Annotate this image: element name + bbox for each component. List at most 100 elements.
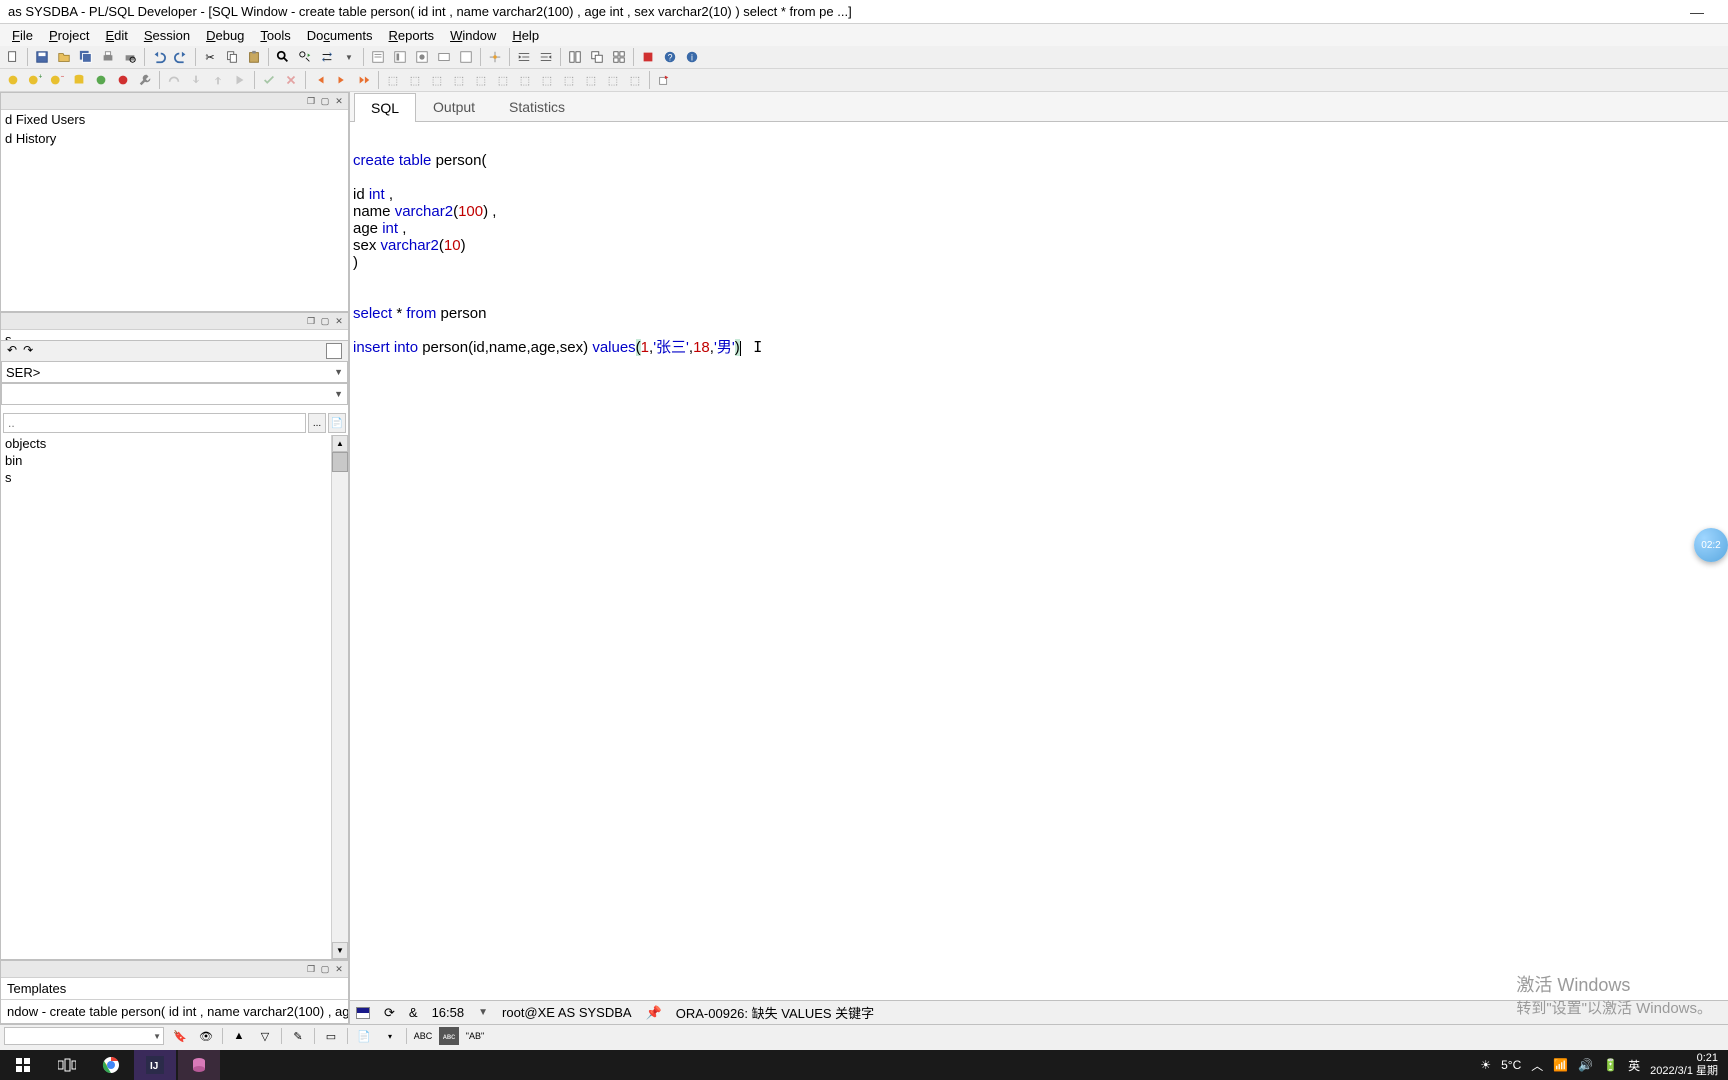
find-combo[interactable]: ▼ [4,1027,164,1045]
battery-icon[interactable]: 🔋 [1603,1058,1618,1072]
scroll-down-icon[interactable]: ▼ [332,942,348,959]
weather-icon[interactable]: ☀ [1480,1058,1491,1072]
nav2-icon[interactable]: ⬚ [405,70,425,90]
tab-output[interactable]: Output [416,92,492,121]
filter-input[interactable] [3,413,306,433]
tool-a-icon[interactable] [368,47,388,67]
nav12-icon[interactable]: ⬚ [625,70,645,90]
window-grid-icon[interactable] [609,47,629,67]
rollback-icon[interactable] [281,70,301,90]
copy-icon[interactable] [222,47,242,67]
nav7-icon[interactable]: ⬚ [515,70,535,90]
dropdown-arrow-icon[interactable]: ▼ [339,47,359,67]
exec-minus-icon[interactable]: − [47,70,67,90]
nav6-icon[interactable]: ⬚ [493,70,513,90]
menu-edit[interactable]: Edit [97,26,135,45]
breakpoint-icon[interactable] [113,70,133,90]
help-icon[interactable]: ? [660,47,680,67]
nav8-icon[interactable]: ⬚ [537,70,557,90]
window-tile-icon[interactable] [565,47,585,67]
tool-d-icon[interactable] [434,47,454,67]
next-error-icon[interactable] [332,70,352,90]
weather-temp[interactable]: 5°C [1501,1058,1521,1072]
info-icon[interactable]: i [682,47,702,67]
chrome-icon[interactable] [90,1050,132,1080]
browser-toggle-button[interactable] [326,343,342,359]
commit-icon[interactable] [259,70,279,90]
menu-project[interactable]: Project [41,26,97,45]
find-quote-icon[interactable]: "AB" [465,1027,485,1045]
pin-icon[interactable]: 📌 [646,1005,662,1021]
menu-window[interactable]: Window [442,26,504,45]
fwd-arrow-icon[interactable]: ↷ [23,343,33,359]
filter-more-button[interactable]: ... [308,413,326,433]
panel4-restore-icon[interactable]: ❐ [304,962,318,976]
scroll-up-icon[interactable]: ▲ [332,435,348,452]
panel4-close-icon[interactable]: ✕ [332,962,346,976]
intellij-icon[interactable]: IJ [134,1050,176,1080]
find-doc-dd-icon[interactable]: ▾ [380,1027,400,1045]
back-arrow-icon[interactable]: ↶ [7,343,17,359]
menu-reports[interactable]: Reports [381,26,443,45]
find-doc-icon[interactable]: 📄 [354,1027,374,1045]
nav5-icon[interactable]: ⬚ [471,70,491,90]
nav11-icon[interactable]: ⬚ [603,70,623,90]
export-icon[interactable] [654,70,674,90]
menu-debug[interactable]: Debug [198,26,252,45]
wifi-icon[interactable]: 📶 [1553,1058,1568,1072]
exec-yellow-icon[interactable] [3,70,23,90]
sql-editor[interactable]: create table person( id int , name varch… [350,122,1728,1000]
step-run-icon[interactable] [230,70,250,90]
tab-sql[interactable]: SQL [354,93,416,122]
panel-close-icon[interactable]: ✕ [332,94,346,108]
schema-combo[interactable]: ▼ [1,383,348,405]
taskview-icon[interactable] [46,1050,88,1080]
browser-objects[interactable]: objects [1,435,331,452]
plsql-taskbar-icon[interactable] [178,1050,220,1080]
stop-icon[interactable] [638,47,658,67]
step-out-icon[interactable] [208,70,228,90]
exec-db-icon[interactable] [69,70,89,90]
tool-b-icon[interactable] [390,47,410,67]
indent-right-icon[interactable] [514,47,534,67]
print-preview-icon[interactable] [120,47,140,67]
ime-indicator[interactable]: 英 [1628,1057,1640,1074]
user-combo[interactable]: SER> ▼ [1,361,348,383]
panel-restore-icon[interactable]: ❐ [304,94,318,108]
panel4-max-icon[interactable]: ▢ [318,962,332,976]
status-dropdown-icon[interactable]: ▼ [478,1007,488,1018]
print-icon[interactable] [98,47,118,67]
find-case-icon[interactable]: ᴀʙᴄ [439,1027,459,1045]
panel2-max-icon[interactable]: ▢ [318,314,332,328]
last-error-icon[interactable] [354,70,374,90]
taskbar-clock[interactable]: 0:21 2022/3/1 星期 [1650,1052,1718,1078]
menu-help[interactable]: Help [504,26,547,45]
nav3-icon[interactable]: ⬚ [427,70,447,90]
prev-error-icon[interactable] [310,70,330,90]
step-into-icon[interactable] [186,70,206,90]
nav4-icon[interactable]: ⬚ [449,70,469,90]
tool-c-icon[interactable] [412,47,432,67]
replace-icon[interactable] [317,47,337,67]
new-icon[interactable] [3,47,23,67]
menu-documents[interactable]: Documents [299,26,381,45]
menu-session[interactable]: Session [136,26,198,45]
templates-title[interactable]: Templates [1,978,348,1000]
status-refresh[interactable]: ⟳ [384,1005,395,1021]
find-bookmark-icon[interactable]: 🔖 [170,1027,190,1045]
menu-file[interactable]: File [4,26,41,45]
volume-icon[interactable]: 🔊 [1578,1058,1593,1072]
paste-icon[interactable] [244,47,264,67]
find-edit-icon[interactable]: ✎ [288,1027,308,1045]
menu-tools[interactable]: Tools [252,26,298,45]
browser-s[interactable]: s [1,469,331,486]
find-icon[interactable] [273,47,293,67]
start-button[interactable] [2,1050,44,1080]
filter-go-button[interactable]: 📄 [328,413,346,433]
exec-green-icon[interactable] [91,70,111,90]
history-node[interactable]: d History [1,129,348,148]
fixed-users-node[interactable]: d Fixed Users [1,110,348,129]
floating-timer-widget[interactable]: 02:2 [1694,528,1728,562]
nav9-icon[interactable]: ⬚ [559,70,579,90]
explain-icon[interactable] [485,47,505,67]
